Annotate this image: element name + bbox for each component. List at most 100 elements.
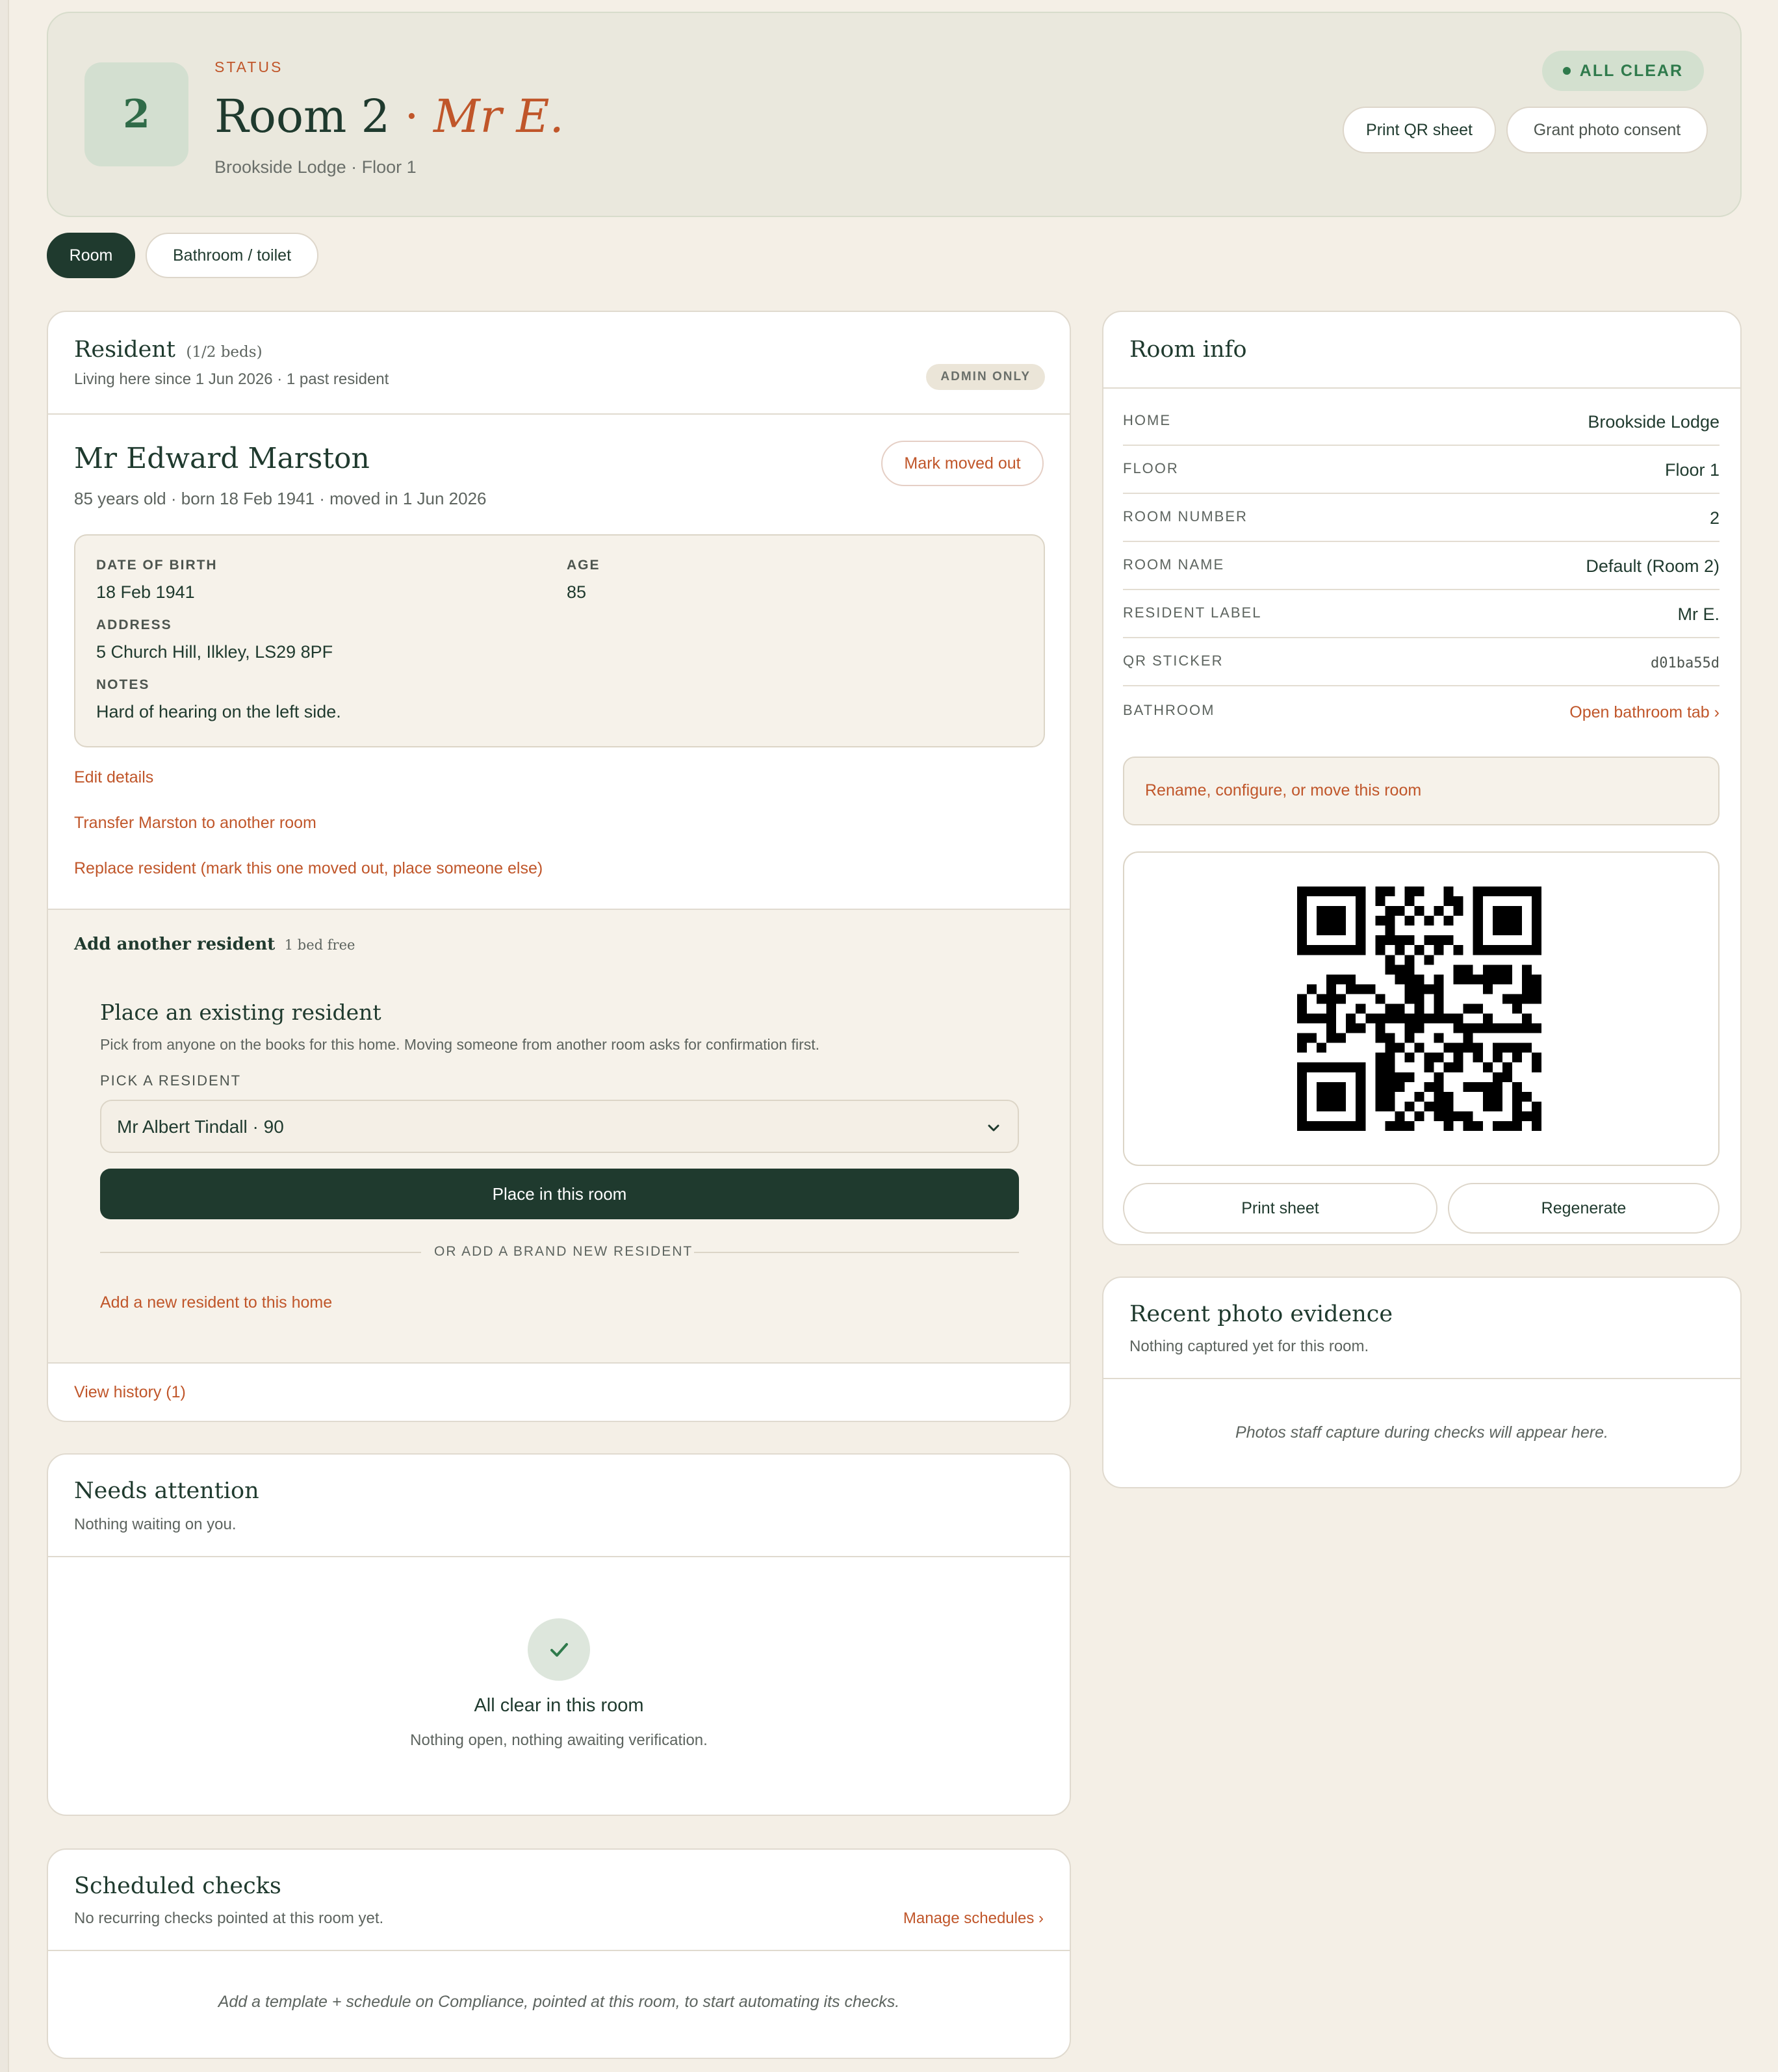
divider [48, 413, 1070, 415]
divider [1123, 445, 1720, 446]
resident-subtitle: Living here since 1 Jun 2026 · 1 past re… [74, 370, 389, 388]
resident-header: Resident (1/2 beds) [74, 337, 263, 363]
resident-label-label: RESIDENT LABEL [1123, 604, 1262, 621]
all-clear-desc: Nothing open, nothing awaiting verificat… [410, 1731, 708, 1749]
notes-value: Hard of hearing on the left side. [96, 702, 341, 721]
left-rail [0, 0, 9, 2072]
manage-schedules-link[interactable]: Manage schedules › [903, 1910, 1044, 1928]
divider [1123, 637, 1720, 638]
room-name-label: ROOM NAME [1123, 556, 1225, 573]
bathroom-label: BATHROOM [1123, 702, 1215, 718]
chevron-down-icon [988, 1124, 999, 1132]
room-info-card: Room info HOME Brookside Lodge FLOOR Flo… [1102, 311, 1742, 1245]
status-text: ALL CLEAR [1579, 61, 1683, 80]
tab-room[interactable]: Room [47, 233, 135, 278]
place-existing-desc: Pick from anyone on the books for this h… [100, 1036, 820, 1053]
photo-evidence-subtitle: Nothing captured yet for this room. [1129, 1338, 1369, 1355]
photo-evidence-empty: Photos staff capture during checks will … [1235, 1423, 1608, 1442]
or-divider-label: OR ADD A BRAND NEW RESIDENT [434, 1244, 693, 1259]
pick-resident-label: PICK A RESIDENT [100, 1072, 242, 1089]
resident-title: Resident [74, 337, 175, 363]
dob-value: 18 Feb 1941 [96, 582, 195, 602]
room-location: Brookside Lodge · Floor 1 [214, 157, 417, 177]
place-in-room-button[interactable]: Place in this room [100, 1169, 1019, 1219]
room-info-title: Room info [1129, 337, 1247, 363]
divider [48, 1950, 1070, 1951]
configure-room-button[interactable]: Rename, configure, or move this room [1123, 757, 1720, 825]
bed-free-count: 1 bed free [284, 937, 355, 953]
room-number: 2 [123, 92, 150, 137]
address-label: ADDRESS [96, 617, 172, 632]
room-name-value: Default (Room 2) [1586, 556, 1720, 576]
title-resident: Mr E. [433, 90, 564, 143]
check-icon [528, 1618, 590, 1681]
resident-name: Mr Edward Marston [74, 442, 370, 475]
configure-room-link: Rename, configure, or move this room [1145, 781, 1422, 799]
add-another-title: Add another resident [74, 935, 276, 954]
needs-attention-subtitle: Nothing waiting on you. [74, 1516, 237, 1533]
print-qr-button[interactable]: Print QR sheet [1343, 107, 1496, 153]
floor-value: Floor 1 [1664, 460, 1720, 480]
all-clear-title: All clear in this room [474, 1695, 644, 1716]
resident-label-value: Mr E. [1677, 604, 1720, 624]
qr-sticker-label: QR STICKER [1123, 653, 1224, 669]
status-label: STATUS [214, 58, 283, 75]
grant-consent-button[interactable]: Grant photo consent [1506, 107, 1708, 153]
qr-code-icon [1297, 887, 1541, 1131]
address-value: 5 Church Hill, Ilkley, LS29 8PF [96, 642, 333, 662]
resident-select[interactable]: Mr Albert Tindall · 90 [100, 1100, 1019, 1153]
room-number-label: ROOM NUMBER [1123, 508, 1248, 524]
status-badge: ALL CLEAR [1541, 51, 1704, 91]
transfer-resident-link[interactable]: Transfer Marston to another room [74, 814, 316, 833]
scheduled-checks-empty: Add a template + schedule on Compliance,… [218, 1993, 900, 2011]
edit-details-link[interactable]: Edit details [74, 768, 153, 787]
replace-resident-link[interactable]: Replace resident (mark this one moved ou… [74, 859, 543, 878]
qr-frame [1123, 851, 1720, 1166]
notes-label: NOTES [96, 677, 150, 692]
home-value: Brookside Lodge [1588, 412, 1720, 432]
title-room: Room 2 [214, 90, 391, 143]
photo-evidence-title: Recent photo evidence [1129, 1301, 1393, 1327]
needs-attention-title: Needs attention [74, 1478, 259, 1504]
print-sheet-button[interactable]: Print sheet [1123, 1183, 1437, 1234]
place-existing-title: Place an existing resident [100, 1000, 381, 1025]
room-number-value: 2 [1709, 508, 1720, 528]
tab-bathroom[interactable]: Bathroom / toilet [146, 233, 318, 278]
mark-moved-out-button[interactable]: Mark moved out [881, 441, 1044, 486]
resident-card: Resident (1/2 beds) Living here since 1 … [47, 311, 1071, 1422]
divider [1123, 589, 1720, 590]
add-another-header: Add another resident 1 bed free [74, 935, 355, 954]
scheduled-checks-title: Scheduled checks [74, 1873, 281, 1899]
age-label: AGE [567, 558, 600, 573]
beds-count: (1/2 beds) [186, 344, 263, 361]
divider [48, 1556, 1070, 1557]
home-label: HOME [1123, 412, 1171, 428]
title-sep: · [404, 90, 419, 143]
photo-evidence-card: Recent photo evidence Nothing captured y… [1102, 1276, 1742, 1488]
page-title: Room 2 · Mr E. [214, 90, 564, 143]
divider [1123, 685, 1720, 686]
or-divider-line-left [100, 1252, 421, 1253]
room-number-badge: 2 [84, 62, 188, 166]
admin-only-badge: ADMIN ONLY [926, 364, 1045, 390]
room-header-card: 2 STATUS Room 2 · Mr E. Brookside Lodge … [47, 12, 1742, 217]
divider [1123, 493, 1720, 494]
add-new-resident-link[interactable]: Add a new resident to this home [100, 1293, 332, 1312]
divider [1103, 387, 1740, 389]
qr-sticker-value: d01ba55d [1651, 655, 1720, 671]
needs-attention-card: Needs attention Nothing waiting on you. … [47, 1453, 1071, 1816]
divider [1123, 541, 1720, 542]
scheduled-checks-card: Scheduled checks No recurring checks poi… [47, 1848, 1071, 2059]
scheduled-checks-subtitle: No recurring checks pointed at this room… [74, 1910, 384, 1927]
floor-label: FLOOR [1123, 460, 1179, 476]
resident-select-value: Mr Albert Tindall · 90 [117, 1117, 284, 1137]
resident-meta: 85 years old · born 18 Feb 1941 · moved … [74, 489, 487, 508]
dob-label: DATE OF BIRTH [96, 558, 218, 573]
regenerate-button[interactable]: Regenerate [1448, 1183, 1720, 1234]
view-history-link[interactable]: View history (1) [74, 1383, 186, 1402]
status-dot-icon [1562, 67, 1571, 75]
or-divider-line-right [694, 1252, 1019, 1253]
age-value: 85 [567, 582, 587, 602]
resident-details-box: DATE OF BIRTH 18 Feb 1941 AGE 85 ADDRESS… [74, 534, 1045, 747]
open-bathroom-tab-link[interactable]: Open bathroom tab › [1569, 703, 1720, 722]
